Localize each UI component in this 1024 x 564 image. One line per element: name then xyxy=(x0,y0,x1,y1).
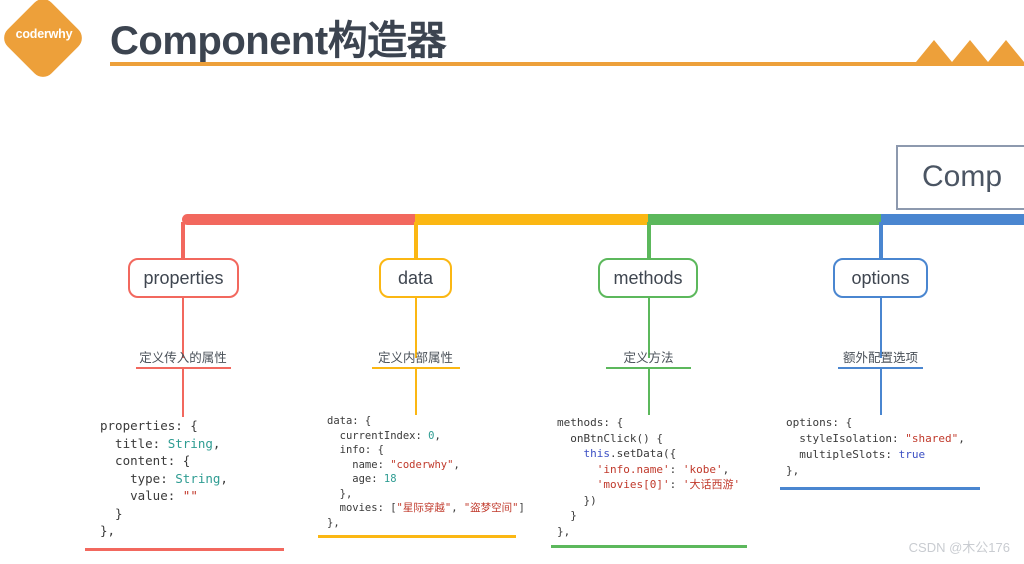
code-line: title: String, xyxy=(100,435,221,451)
trunk-segment-properties xyxy=(182,214,415,225)
page-title: Component构造器 xyxy=(110,19,447,63)
code-line: value: "" xyxy=(100,488,198,503)
code-line: movies: ["星际穿越", "盗梦空间"] xyxy=(327,502,525,514)
trunk-segment-options xyxy=(881,214,1024,225)
code-line: this.setData({ xyxy=(583,447,677,460)
code-block-data: data: { currentIndex: 0, info: { name: "… xyxy=(327,414,525,530)
code-line: } xyxy=(557,509,577,522)
node-data-label: data xyxy=(397,267,434,288)
node-data[interactable]: data xyxy=(379,258,452,298)
code-line: methods: { xyxy=(557,416,624,429)
root-node-label: Comp xyxy=(922,160,1003,193)
node-properties[interactable]: properties xyxy=(128,258,239,298)
code-underline-methods xyxy=(551,545,747,548)
code-underline-properties xyxy=(85,548,284,551)
trunk-segment-methods xyxy=(648,214,881,225)
code-line: }, xyxy=(327,516,340,529)
code-line: properties: { xyxy=(100,418,198,433)
node-properties-label: properties xyxy=(143,267,224,288)
caption-data: 定义内部属性 xyxy=(377,351,453,365)
code-line: data: { xyxy=(327,415,372,427)
code-line: options: { xyxy=(786,416,853,429)
connector-data-top xyxy=(414,222,418,258)
trunk-segment-data xyxy=(415,214,648,225)
connector-options-top xyxy=(879,222,883,258)
connector-options-bottom xyxy=(880,367,882,415)
code-line: name: "coderwhy", xyxy=(327,458,460,471)
code-line: currentIndex: 0, xyxy=(327,429,441,442)
watermark-label: CSDN @木公176 xyxy=(908,540,1010,555)
code-line: multipleSlots: true xyxy=(786,448,926,461)
caption-properties: 定义传入的属性 xyxy=(139,351,227,365)
code-line: styleIsolation: "shared", xyxy=(786,432,965,445)
connector-methods-bottom xyxy=(648,367,650,415)
code-underline-options xyxy=(780,487,980,490)
node-options[interactable]: options xyxy=(833,258,928,298)
connector-properties-bottom xyxy=(182,367,184,417)
code-line: type: String, xyxy=(100,470,228,486)
node-options-label: options xyxy=(851,267,910,288)
connector-data-bottom xyxy=(415,367,417,415)
code-line: age: 18 xyxy=(327,473,397,485)
node-methods[interactable]: methods xyxy=(598,258,698,298)
code-block-options: options: { styleIsolation: "shared", mul… xyxy=(786,415,965,479)
coderwhy-logo-label: coderwhy xyxy=(15,27,73,41)
code-underline-data xyxy=(318,535,516,538)
caption-options: 额外配置选项 xyxy=(842,351,918,365)
node-methods-label: methods xyxy=(613,267,683,288)
code-line: onBtnClick() { xyxy=(557,431,663,445)
code-line: }, xyxy=(557,524,571,538)
caption-methods: 定义方法 xyxy=(623,351,674,365)
code-line: content: { xyxy=(100,453,191,468)
connector-methods-top xyxy=(647,222,651,258)
mountain-peaks-decoration xyxy=(896,40,1024,66)
title-divider xyxy=(110,62,900,66)
code-line: }, xyxy=(327,487,353,500)
code-line: info: { xyxy=(327,444,384,456)
code-line: 'info.name': 'kobe', xyxy=(596,462,730,476)
code-line: }) xyxy=(557,493,597,507)
code-line: }, xyxy=(100,523,116,538)
code-line: 'movies[0]': '大话西游' xyxy=(596,478,741,491)
code-block-properties: properties: { title: String, content: { … xyxy=(100,417,228,540)
connector-properties-top xyxy=(181,222,185,258)
code-line: }, xyxy=(786,464,800,477)
code-line: } xyxy=(100,505,123,521)
slide-canvas: coderwhy Component构造器 Comp properties 定义… xyxy=(0,0,1024,564)
code-block-methods: methods: { onBtnClick() { this.setData({… xyxy=(557,415,740,539)
